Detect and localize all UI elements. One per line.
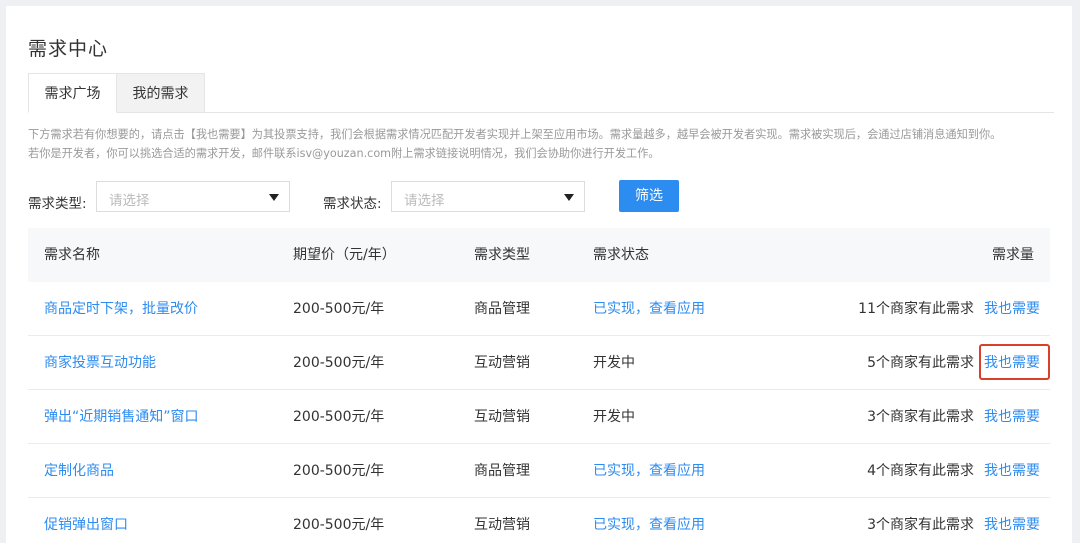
tab-demand-square[interactable]: 需求广场 (28, 73, 117, 113)
demand-price: 200-500元/年 (293, 409, 385, 425)
demand-price: 200-500元/年 (293, 463, 385, 479)
page-title: 需求中心 (28, 38, 109, 60)
demand-count: 4个商家有此需求 (867, 463, 974, 479)
filter-button[interactable]: 筛选 (619, 180, 679, 212)
type-select[interactable]: 请选择 (96, 181, 290, 212)
demand-table: 需求名称 期望价（元/年） 需求类型 需求状态 需求量 商品定时下架，批量改价 … (28, 228, 1050, 543)
header-count: 需求量 (992, 247, 1034, 263)
demand-price: 200-500元/年 (293, 517, 385, 533)
caret-down-icon (564, 194, 574, 201)
status-filter-label: 需求状态: (323, 196, 382, 212)
notice-line-1: 下方需求若有你想要的，请点击【我也需要】为其投票支持，我们会根据需求情况匹配开发… (28, 128, 1002, 141)
notice-text: 下方需求若有你想要的，请点击【我也需要】为其投票支持，我们会根据需求情况匹配开发… (28, 125, 1068, 163)
table-row: 定制化商品 200-500元/年 商品管理 已实现，查看应用 4个商家有此需求 … (28, 444, 1050, 498)
demand-name-link[interactable]: 促销弹出窗口 (44, 498, 128, 543)
demand-price: 200-500元/年 (293, 301, 385, 317)
type-select-placeholder: 请选择 (109, 193, 150, 209)
demand-type: 互动营销 (474, 517, 530, 533)
table-row: 促销弹出窗口 200-500元/年 互动营销 已实现，查看应用 3个商家有此需求… (28, 498, 1050, 543)
header-status: 需求状态 (593, 247, 649, 263)
demand-count: 3个商家有此需求 (867, 517, 974, 533)
demand-status: 开发中 (593, 409, 635, 425)
me-too-button[interactable]: 我也需要 (984, 390, 1040, 444)
demand-price: 200-500元/年 (293, 355, 385, 371)
demand-count: 3个商家有此需求 (867, 409, 974, 425)
demand-count: 5个商家有此需求 (867, 355, 974, 371)
demand-name-link[interactable]: 弹出“近期销售通知”窗口 (44, 390, 199, 444)
table-row: 商品定时下架，批量改价 200-500元/年 商品管理 已实现，查看应用 11个… (28, 282, 1050, 336)
view-app-link[interactable]: 已实现，查看应用 (593, 282, 705, 336)
demand-name-link[interactable]: 商家投票互动功能 (44, 336, 156, 390)
header-type: 需求类型 (474, 247, 530, 263)
tab-my-demands[interactable]: 我的需求 (117, 73, 205, 113)
demand-type: 互动营销 (474, 355, 530, 371)
status-select[interactable]: 请选择 (391, 181, 585, 212)
me-too-button[interactable]: 我也需要 (984, 444, 1040, 498)
table-row: 商家投票互动功能 200-500元/年 互动营销 开发中 5个商家有此需求 我也… (28, 336, 1050, 390)
demand-status: 开发中 (593, 355, 635, 371)
view-app-link[interactable]: 已实现，查看应用 (593, 498, 705, 543)
demand-type: 商品管理 (474, 463, 530, 479)
demand-name-link[interactable]: 商品定时下架，批量改价 (44, 282, 198, 336)
tab-bar: 需求广场 我的需求 (28, 73, 1054, 113)
view-app-link[interactable]: 已实现，查看应用 (593, 444, 705, 498)
header-price: 期望价（元/年） (293, 247, 396, 263)
demand-type: 商品管理 (474, 301, 530, 317)
notice-line-2: 若你是开发者，你可以挑选合适的需求开发，邮件联系isv@youzan.com附上… (28, 147, 660, 160)
main-panel: 需求中心 需求广场 我的需求 下方需求若有你想要的，请点击【我也需要】为其投票支… (6, 6, 1072, 543)
type-filter-label: 需求类型: (28, 196, 87, 212)
demand-name-link[interactable]: 定制化商品 (44, 444, 114, 498)
me-too-button[interactable]: 我也需要 (984, 282, 1040, 336)
demand-count: 11个商家有此需求 (858, 301, 974, 317)
table-row: 弹出“近期销售通知”窗口 200-500元/年 互动营销 开发中 3个商家有此需… (28, 390, 1050, 444)
caret-down-icon (269, 194, 279, 201)
table-header: 需求名称 期望价（元/年） 需求类型 需求状态 需求量 (28, 228, 1050, 282)
highlight-box (979, 344, 1050, 380)
status-select-placeholder: 请选择 (404, 193, 445, 209)
demand-type: 互动营销 (474, 409, 530, 425)
header-name: 需求名称 (44, 247, 100, 263)
me-too-button[interactable]: 我也需要 (984, 498, 1040, 543)
